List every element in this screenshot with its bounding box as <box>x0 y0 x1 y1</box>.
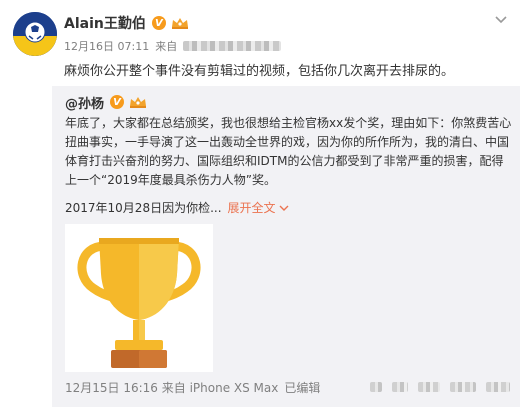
chevron-down-icon[interactable] <box>494 12 508 26</box>
repost-footer-time[interactable]: 12月15日 16:16 来自 iPhone XS Max <box>65 379 278 396</box>
verified-v-icon: V <box>110 95 125 109</box>
post-source-prefix: 来自 <box>155 40 178 53</box>
repost-quoted-date: 2017年10月28日因为你检 <box>65 201 211 215</box>
trophy-icon <box>65 224 213 372</box>
repost-ellipsis: ... <box>210 200 222 215</box>
post-text: 麻烦你公开整个事件没有剪辑过的视频，包括你几次离开去排尿的。 <box>64 64 455 79</box>
expand-label: 展开全文 <box>227 201 276 215</box>
post-author-row: Alain王勤伯 V <box>64 13 190 33</box>
verified-v-icon: V <box>151 16 166 30</box>
redacted-block <box>392 382 408 392</box>
avatar-image <box>13 12 57 56</box>
member-crown-icon[interactable] <box>170 16 190 30</box>
redacted-source <box>183 41 282 51</box>
redacted-block <box>418 382 440 392</box>
repost-card: @孙杨 V 年底了，大家都在总结颁奖，我也很想给主检官杨xx发个奖，理由如下：你… <box>52 86 520 407</box>
post-author-name[interactable]: Alain王勤伯 <box>64 13 146 33</box>
post-meta: 12月16日 07:11 来自 <box>64 38 282 54</box>
redacted-block <box>486 382 510 392</box>
member-crown-icon[interactable] <box>128 95 148 109</box>
repost-author-row: @孙杨 V <box>65 92 148 112</box>
chevron-down-icon <box>279 205 289 211</box>
author-avatar[interactable] <box>13 12 57 56</box>
post-timestamp[interactable]: 12月16日 07:11 <box>64 38 149 54</box>
redacted-actions <box>370 382 510 392</box>
repost-image[interactable] <box>65 224 213 372</box>
edited-label[interactable]: 已编辑 <box>284 379 320 396</box>
redacted-block <box>450 382 476 392</box>
redacted-block <box>370 382 382 392</box>
repost-author-name[interactable]: @孙杨 <box>65 93 104 112</box>
repost-truncated-line: 2017年10月28日因为你检 ... 展开全文 <box>65 199 289 216</box>
expand-full-text-link[interactable]: 展开全文 <box>228 199 289 216</box>
repost-text: 年底了，大家都在总结颁奖，我也很想给主检官杨xx发个奖，理由如下：你煞费苦心扭曲… <box>65 116 512 187</box>
